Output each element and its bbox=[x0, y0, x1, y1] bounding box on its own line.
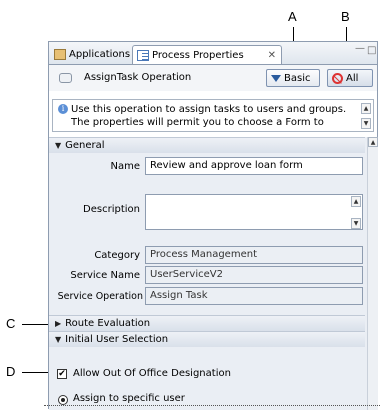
form-scrollbar[interactable]: ▲ bbox=[367, 137, 378, 410]
maximize-icon[interactable]: □ bbox=[367, 45, 376, 56]
tab-process-properties[interactable]: Process Properties ✕ bbox=[132, 45, 282, 64]
applications-icon bbox=[54, 48, 66, 60]
name-field[interactable]: Review and approve loan form bbox=[145, 157, 363, 175]
assign-specific-user-radio[interactable] bbox=[58, 395, 68, 405]
section-general-label: General bbox=[65, 140, 105, 151]
collapsed-icon: ▶ bbox=[55, 319, 62, 328]
basic-view-button[interactable]: Basic bbox=[266, 69, 320, 87]
expanded-icon: ▼ bbox=[55, 141, 62, 150]
operation-description: Use this operation to assign tasks to us… bbox=[71, 103, 351, 129]
description-label: Description bbox=[83, 204, 140, 215]
operation-title: AssignTask Operation bbox=[84, 72, 192, 83]
assign-specific-user-label: Assign to specific user bbox=[73, 393, 185, 404]
section-initial-user-selection-label: Initial User Selection bbox=[65, 334, 169, 345]
scroll-up-icon[interactable]: ▲ bbox=[351, 196, 361, 207]
expanded-icon: ▼ bbox=[55, 335, 62, 344]
allow-out-of-office-checkbox[interactable]: ✔ bbox=[57, 369, 67, 379]
all-properties-label: All bbox=[346, 72, 359, 84]
process-properties-panel: Applications Process Properties ✕ — □ As… bbox=[48, 41, 378, 410]
tab-applications[interactable]: Applications bbox=[51, 45, 131, 63]
section-route-evaluation[interactable]: ▶ Route Evaluation bbox=[49, 315, 365, 331]
operation-description-line1: Use this operation to assign tasks to us… bbox=[71, 104, 347, 115]
operation-description-line2: The properties will permit you to choose… bbox=[71, 117, 324, 128]
category-label: Category bbox=[94, 250, 140, 261]
scroll-up-icon[interactable]: ▲ bbox=[361, 103, 371, 114]
scroll-down-icon[interactable]: ▼ bbox=[351, 218, 361, 229]
no-filter-icon bbox=[332, 72, 343, 84]
name-label: Name bbox=[110, 161, 140, 172]
callout-c-label: C bbox=[6, 316, 16, 331]
scroll-down-icon[interactable]: ▼ bbox=[361, 118, 371, 129]
basic-view-label: Basic bbox=[284, 72, 311, 84]
operation-icon bbox=[59, 73, 72, 83]
allow-out-of-office-label: Allow Out Of Office Designation bbox=[73, 368, 231, 379]
tab-strip: Applications Process Properties ✕ — □ bbox=[49, 42, 377, 65]
tab-applications-label: Applications bbox=[69, 48, 131, 60]
section-initial-user-selection[interactable]: ▼ Initial User Selection bbox=[49, 331, 365, 347]
properties-icon bbox=[137, 49, 149, 61]
category-field: Process Management bbox=[145, 246, 363, 264]
section-route-evaluation-label: Route Evaluation bbox=[65, 318, 151, 329]
scroll-up-icon[interactable]: ▲ bbox=[368, 137, 378, 147]
all-properties-button[interactable]: All bbox=[327, 69, 373, 87]
minimize-icon[interactable]: — bbox=[355, 43, 365, 54]
callout-d-label: D bbox=[6, 364, 16, 379]
callout-b-label: B bbox=[341, 9, 350, 24]
service-name-field: UserServiceV2 bbox=[145, 266, 363, 284]
close-icon[interactable]: ✕ bbox=[268, 50, 276, 61]
description-scrollbar[interactable]: ▲ ▼ bbox=[361, 103, 371, 129]
operation-description-box: i Use this operation to assign tasks to … bbox=[52, 99, 374, 132]
service-operation-label: Service Operation bbox=[57, 291, 143, 302]
service-name-label: Service Name bbox=[70, 270, 140, 281]
filter-icon bbox=[271, 74, 281, 82]
properties-form: ▼ General Name Review and approve loan f… bbox=[49, 137, 378, 410]
callout-a-label: A bbox=[288, 9, 297, 24]
panel-cut-edge bbox=[44, 405, 380, 406]
description-field-scrollbar[interactable]: ▲ ▼ bbox=[351, 196, 361, 229]
operation-header: AssignTask Operation Basic All bbox=[49, 65, 377, 91]
section-general[interactable]: ▼ General bbox=[49, 137, 365, 153]
tab-process-properties-label: Process Properties bbox=[152, 49, 244, 61]
service-operation-field: Assign Task bbox=[145, 287, 363, 305]
info-icon: i bbox=[58, 104, 68, 114]
description-field[interactable]: ▲ ▼ bbox=[145, 194, 363, 230]
